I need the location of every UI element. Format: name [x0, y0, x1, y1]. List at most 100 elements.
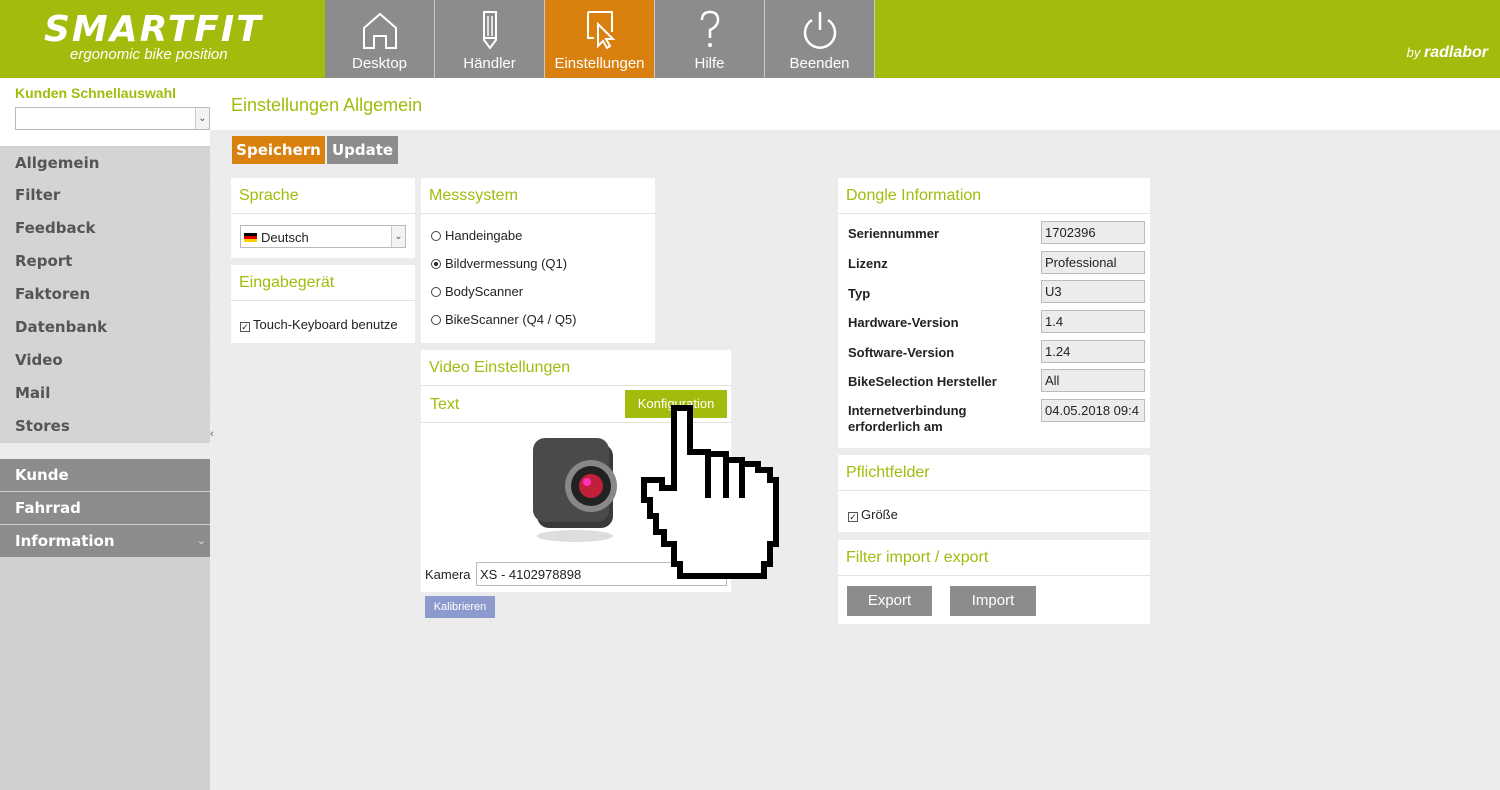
save-button[interactable]: Speichern: [232, 136, 325, 164]
language-select[interactable]: Deutsch ⌄: [240, 225, 406, 248]
sidebar-item-filter[interactable]: Filter: [0, 179, 210, 211]
hardware-version-field: 1.4: [1041, 310, 1145, 333]
customer-quick-select: Kunden Schnellauswahl ⌄: [0, 78, 210, 146]
dongle-label: Typ: [848, 286, 871, 301]
page-title: Einstellungen Allgemein: [231, 95, 423, 115]
language-value: Deutsch: [261, 230, 309, 245]
panel-title: Dongle Information: [838, 178, 1150, 214]
input-device-panel: Eingabegerät ✓ Touch-Keyboard benutze: [231, 265, 415, 343]
radio-handeingabe[interactable]: Handeingabe: [431, 228, 522, 243]
radio-bodyscanner[interactable]: BodyScanner: [431, 284, 523, 299]
language-panel: Sprache Deutsch ⌄: [231, 178, 415, 258]
calibrate-button[interactable]: Kalibrieren: [425, 596, 495, 618]
required-fields-panel: Pflichtfelder ✓ Größe: [838, 455, 1150, 532]
checkbox-checked-icon: ✓: [848, 512, 858, 522]
camera-label: Kamera: [425, 567, 471, 582]
dongle-label: BikeSelection Hersteller: [848, 374, 997, 389]
export-button[interactable]: Export: [847, 586, 932, 616]
radio-selected-icon: [431, 259, 441, 269]
tab-label: Desktop: [351, 55, 408, 72]
camera-value: XS - 4102978898: [480, 567, 582, 582]
customer-select[interactable]: ⌄: [15, 107, 210, 130]
tab-hilfe[interactable]: Hilfe: [655, 0, 765, 78]
camera-image: [533, 438, 617, 542]
video-subtitle: Text: [430, 396, 460, 413]
home-icon: [363, 12, 397, 49]
radio-icon: [431, 231, 441, 241]
sidebar-section-kunde[interactable]: Kunde: [0, 459, 210, 491]
dongle-label: Lizenz: [848, 256, 888, 271]
tab-desktop[interactable]: Desktop: [325, 0, 435, 78]
radio-label: BodyScanner: [445, 284, 524, 299]
panel-title: Filter import / export: [838, 540, 1150, 576]
radio-label: Bildvermessung (Q1): [445, 256, 568, 271]
tab-beenden[interactable]: Beenden: [765, 0, 875, 78]
power-icon: [803, 12, 837, 49]
sidebar-section-information[interactable]: Information ⌄: [0, 525, 210, 557]
brand-tagline: ergonomic bike position: [70, 46, 228, 63]
radio-label: BikeScanner (Q4 / Q5): [445, 312, 577, 327]
filter-import-export-panel: Filter import / export Export Import: [838, 540, 1150, 624]
sidebar-item-feedback[interactable]: Feedback: [0, 212, 210, 244]
dongle-label: Seriennummer: [848, 226, 940, 241]
panel-title: Video Einstellungen: [421, 350, 731, 386]
type-field: U3: [1041, 280, 1145, 303]
checkbox-label: Touch-Keyboard benutze: [253, 317, 398, 332]
panel-title: Pflichtfelder: [838, 455, 1150, 491]
quick-select-title: Kunden Schnellauswahl: [15, 85, 177, 101]
radio-bikescanner[interactable]: BikeScanner (Q4 / Q5): [431, 312, 577, 327]
internet-connection-field: 04.05.2018 09:4: [1041, 399, 1145, 422]
sidebar: Kunden Schnellauswahl ⌄ Allgemein Filter…: [0, 78, 210, 790]
byline-brand: radlabor: [1423, 44, 1488, 61]
dongle-info-panel: Dongle Information Seriennummer 1702396 …: [838, 178, 1150, 448]
sidebar-item-allgemein[interactable]: Allgemein: [0, 146, 210, 178]
chevron-down-icon: ⌄: [195, 108, 209, 129]
sidebar-item-mail[interactable]: Mail: [0, 377, 210, 409]
update-button[interactable]: Update: [327, 136, 398, 164]
radio-label: Handeingabe: [445, 228, 523, 243]
section-label: Information: [15, 532, 115, 550]
touch-keyboard-checkbox[interactable]: ✓ Touch-Keyboard benutze: [240, 317, 415, 332]
measurement-system-panel: Messsystem Handeingabe Bildvermessung (Q…: [421, 178, 655, 343]
tab-label: Einstellungen: [554, 55, 645, 72]
main-nav: Desktop Händler Einstellungen Hilfe Been…: [325, 0, 875, 78]
checkbox-checked-icon: ✓: [240, 322, 250, 332]
import-button[interactable]: Import: [950, 586, 1036, 616]
sidebar-item-faktoren[interactable]: Faktoren: [0, 278, 210, 310]
sidebar-item-report[interactable]: Report: [0, 245, 210, 277]
panel-title: Eingabegerät: [231, 265, 415, 301]
radio-bildvermessung[interactable]: Bildvermessung (Q1): [431, 256, 567, 271]
page-header: Einstellungen Allgemein: [210, 78, 1500, 130]
panel-title: Messsystem: [421, 178, 655, 214]
chevron-down-icon: ⌄: [391, 226, 405, 247]
calibrate-label: Kalibrieren: [433, 601, 487, 613]
collapse-sidebar-icon[interactable]: ‹: [210, 428, 214, 440]
serial-number-field: 1702396: [1041, 221, 1145, 244]
germany-flag-icon: [244, 233, 257, 242]
dongle-label: Software-Version: [848, 345, 955, 360]
app-header: smartfit ergonomic bike position Desktop…: [0, 0, 1500, 78]
sidebar-item-video[interactable]: Video: [0, 344, 210, 376]
tab-einstellungen[interactable]: Einstellungen: [545, 0, 655, 78]
pencil-icon: [483, 11, 497, 50]
checkbox-label: Größe: [861, 507, 898, 522]
sidebar-section-fahrrad[interactable]: Fahrrad: [0, 492, 210, 524]
question-icon: [700, 10, 720, 47]
export-label: Export: [867, 592, 912, 609]
sidebar-item-datenbank[interactable]: Datenbank: [0, 311, 210, 343]
license-field: Professional: [1041, 251, 1145, 274]
radio-icon: [431, 315, 441, 325]
radio-icon: [431, 287, 441, 297]
dongle-label: Internetverbindung erforderlich am: [848, 403, 967, 434]
app-logo: smartfit ergonomic bike position: [0, 0, 325, 78]
tab-haendler[interactable]: Händler: [435, 0, 545, 78]
hand-cursor-icon: [641, 405, 779, 579]
import-label: Import: [971, 592, 1015, 609]
dongle-label: Hardware-Version: [848, 315, 959, 330]
cursor-icon: [587, 11, 616, 50]
sidebar-item-stores[interactable]: Stores: [0, 410, 210, 442]
groesse-checkbox[interactable]: ✓ Größe: [848, 507, 898, 522]
tab-label: Beenden: [789, 55, 850, 72]
bikeselection-field: All: [1041, 369, 1145, 392]
software-version-field: 1.24: [1041, 340, 1145, 363]
